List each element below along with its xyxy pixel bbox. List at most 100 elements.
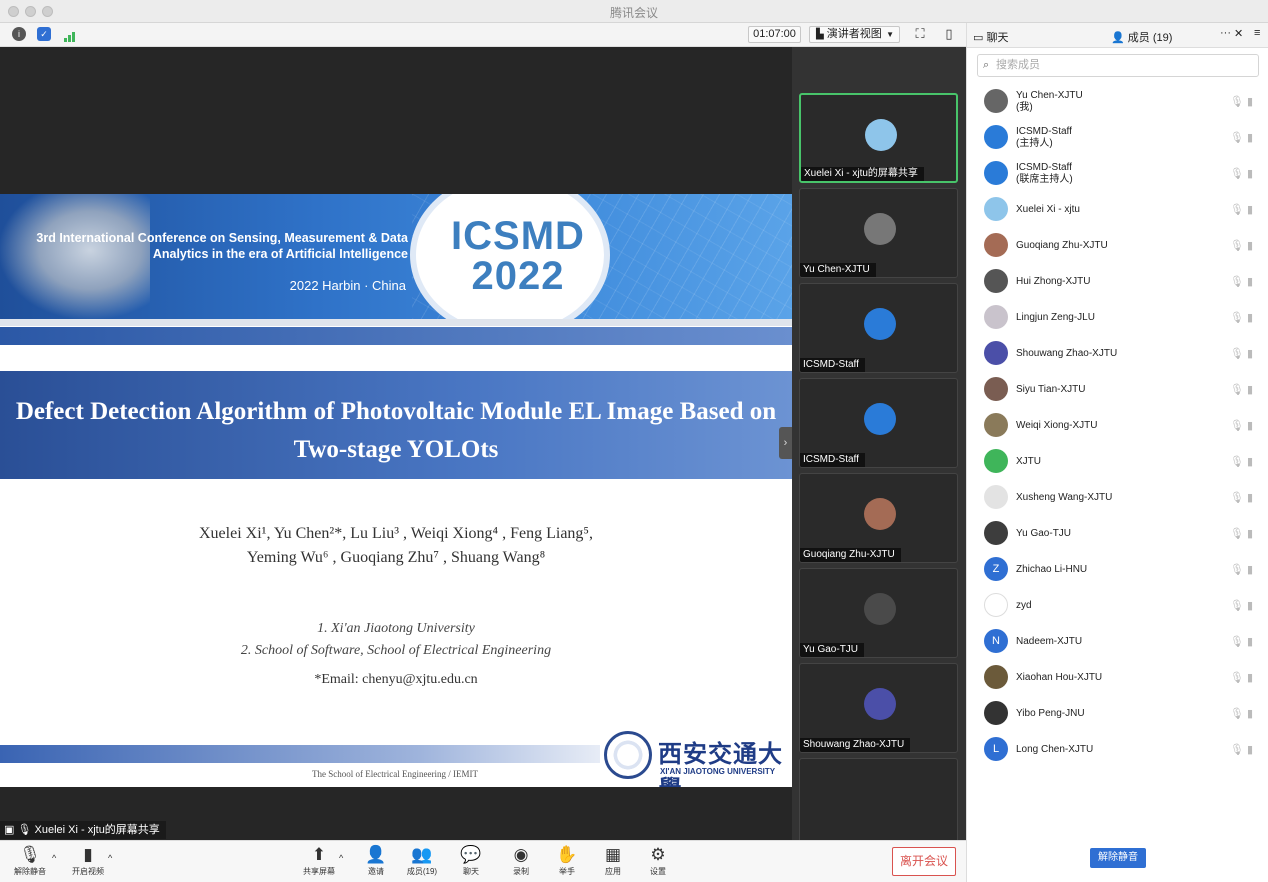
- member-row[interactable]: L Long Chen-XJTU 🎙 ▮: [967, 732, 1268, 768]
- video-tile[interactable]: Xuelei Xi - xjtu的屏幕共享: [799, 93, 958, 183]
- shield-icon[interactable]: ✓: [37, 27, 51, 41]
- invite-button[interactable]: 👤 邀请: [354, 845, 398, 877]
- member-row[interactable]: Weiqi Xiong-XJTU 🎙 ▮: [967, 408, 1268, 444]
- member-name-block: Siyu Tian-XJTU: [1016, 384, 1085, 396]
- video-tile[interactable]: Yu Chen-XJTU: [799, 188, 958, 278]
- members-icon: 👤: [1111, 32, 1125, 44]
- affiliations: 1. Xi'an Jiaotong University 2. School o…: [0, 618, 792, 662]
- member-row[interactable]: Lingjun Zeng-JLU 🎙 ▮: [967, 300, 1268, 336]
- member-status-icons: 🎙 ▮: [1230, 635, 1253, 648]
- member-status-icons: 🎙 ▮: [1230, 95, 1253, 108]
- member-row[interactable]: Shouwang Zhao-XJTU 🎙 ▮: [967, 336, 1268, 372]
- member-row[interactable]: N Nadeem-XJTU 🎙 ▮: [967, 624, 1268, 660]
- member-row[interactable]: Yu Gao-TJU 🎙 ▮: [967, 516, 1268, 552]
- members-button[interactable]: 👥 成员(19): [400, 845, 444, 877]
- avatar: Z: [984, 557, 1008, 581]
- audio-options-chevron-icon[interactable]: ^: [52, 853, 56, 863]
- avatar: [864, 308, 896, 340]
- chat-button[interactable]: 💬 聊天: [449, 845, 493, 877]
- member-row[interactable]: Xiaohan Hou-XJTU 🎙 ▮: [967, 660, 1268, 696]
- avatar: [984, 269, 1008, 293]
- members-label: 成员(19): [406, 867, 438, 876]
- member-row[interactable]: ICSMD-Staff (联席主持人) 🎙 ▮: [967, 156, 1268, 192]
- tab-chat[interactable]: ▭ 聊天: [973, 29, 1008, 45]
- fullscreen-icon[interactable]: ⛶: [913, 27, 927, 41]
- avatar: [864, 593, 896, 625]
- member-name: zyd: [1016, 600, 1032, 611]
- search-icon: ⌕: [983, 59, 990, 71]
- member-name: Guoqiang Zhu-XJTU: [1016, 240, 1108, 251]
- video-tile[interactable]: ICSMD-Staff: [799, 378, 958, 468]
- member-row[interactable]: zyd 🎙 ▮: [967, 588, 1268, 624]
- record-button[interactable]: ◉ 录制: [499, 845, 543, 877]
- tab-members[interactable]: 👤 成员 (19): [1111, 29, 1172, 45]
- member-row[interactable]: Siyu Tian-XJTU 🎙 ▮: [967, 372, 1268, 408]
- video-off-icon: ▮: [1246, 456, 1253, 468]
- more-icon[interactable]: ···: [1220, 27, 1231, 39]
- mic-muted-icon: 🎙: [1229, 96, 1244, 108]
- raise-hand-button[interactable]: ✋ 举手: [545, 845, 589, 877]
- member-name-block: Xuelei Xi - xjtu: [1016, 204, 1080, 216]
- chat-label: 聊天: [463, 867, 479, 876]
- video-tile[interactable]: Shouwang Zhao-XJTU: [799, 663, 958, 753]
- settings-button[interactable]: ⚙ 设置: [636, 845, 680, 877]
- shared-screen-area: 3rd International Conference on Sensing,…: [0, 47, 792, 840]
- member-row[interactable]: Xusheng Wang-XJTU 🎙 ▮: [967, 480, 1268, 516]
- video-tile[interactable]: Guoqiang Zhu-XJTU: [799, 473, 958, 563]
- meeting-timer: 01:07:00: [748, 26, 801, 43]
- menu-icon[interactable]: ≡: [1254, 27, 1260, 39]
- share-screen-label: 共享屏幕: [303, 867, 335, 876]
- member-name-block: Guoqiang Zhu-XJTU: [1016, 240, 1108, 252]
- footer-band: [0, 745, 600, 763]
- apps-button[interactable]: ▦ 应用: [591, 845, 635, 877]
- share-options-chevron-icon[interactable]: ^: [339, 853, 343, 863]
- title-band: Defect Detection Algorithm of Photovolta…: [0, 371, 792, 479]
- member-row[interactable]: Guoqiang Zhu-XJTU 🎙 ▮: [967, 228, 1268, 264]
- collapse-gallery-button[interactable]: ›: [779, 427, 792, 459]
- leave-meeting-button[interactable]: 离开会议: [892, 847, 956, 876]
- screen-share-label: ▣ 🎙 Xuelei Xi - xjtu的屏幕共享: [0, 821, 166, 839]
- mic-muted-icon: 🎙: [1229, 456, 1244, 468]
- member-name-block: Nadeem-XJTU: [1016, 636, 1082, 648]
- mic-muted-icon: 🎙: [1229, 312, 1244, 324]
- unmute-button[interactable]: 🎙 解除静音: [8, 845, 52, 877]
- member-row[interactable]: ICSMD-Staff (主持人) 🎙 ▮: [967, 120, 1268, 156]
- university-name-cn: 西安交通大學: [658, 739, 783, 787]
- mic-muted-icon: 🎙: [1229, 744, 1244, 756]
- tile-name: Yu Gao-TJU: [800, 643, 865, 657]
- video-options-chevron-icon[interactable]: ^: [108, 853, 112, 863]
- member-row[interactable]: Xuelei Xi - xjtu 🎙 ▮: [967, 192, 1268, 228]
- start-video-button[interactable]: ▮ 开启视频: [66, 845, 110, 877]
- member-row[interactable]: Z Zhichao Li-HNU 🎙 ▮: [967, 552, 1268, 588]
- video-off-icon: ▮: [1246, 96, 1253, 108]
- video-off-icon: ▮: [1246, 168, 1253, 180]
- video-off-icon: ▮: [1246, 708, 1253, 720]
- unmute-all-button[interactable]: 解除静音: [1090, 848, 1146, 868]
- member-row[interactable]: XJTU 🎙 ▮: [967, 444, 1268, 480]
- member-row[interactable]: Hui Zhong-XJTU 🎙 ▮: [967, 264, 1268, 300]
- avatar: [984, 341, 1008, 365]
- video-tile[interactable]: ICSMD-Staff: [799, 283, 958, 373]
- mic-muted-icon: 🎙: [1229, 276, 1244, 288]
- video-tile[interactable]: [799, 758, 958, 840]
- invite-label: 邀请: [368, 867, 384, 876]
- view-selector[interactable]: ▙ 演讲者视图 ▼: [809, 26, 900, 43]
- share-screen-button[interactable]: ⬆ 共享屏幕: [297, 845, 341, 877]
- info-icon[interactable]: i: [12, 27, 26, 41]
- video-gallery: Xuelei Xi - xjtu的屏幕共享 Yu Chen-XJTU ICSMD-S…: [792, 47, 966, 840]
- mic-muted-icon: 🎙: [1229, 528, 1244, 540]
- layout-panel-icon[interactable]: ▯: [942, 27, 956, 41]
- share-screen-icon: ⬆: [311, 845, 327, 864]
- member-search-input[interactable]: ⌕ 搜索成员: [977, 54, 1259, 77]
- member-name: Lingjun Zeng-JLU: [1016, 312, 1095, 323]
- member-row[interactable]: Yibo Peng-JNU 🎙 ▮: [967, 696, 1268, 732]
- signal-icon[interactable]: [63, 29, 77, 42]
- member-name: ICSMD-Staff: [1016, 162, 1072, 173]
- member-name-block: Yibo Peng-JNU: [1016, 708, 1085, 720]
- share-label-text: Xuelei Xi - xjtu的屏幕共享: [34, 824, 160, 836]
- chevron-down-icon: ▼: [886, 30, 894, 39]
- mic-muted-icon: 🎙: [1229, 636, 1244, 648]
- member-row[interactable]: Yu Chen-XJTU (我) 🎙 ▮: [967, 84, 1268, 120]
- close-panel-icon[interactable]: ✕: [1234, 27, 1243, 40]
- video-tile[interactable]: Yu Gao-TJU: [799, 568, 958, 658]
